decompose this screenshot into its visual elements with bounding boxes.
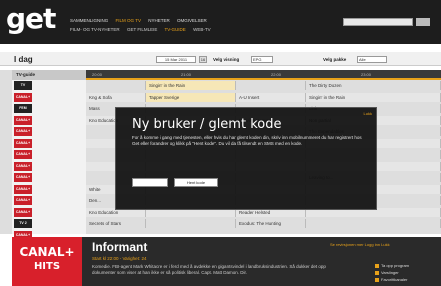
- package-select[interactable]: Alle: [357, 56, 387, 63]
- program-cell[interactable]: [306, 219, 441, 228]
- time-bar: 20:00 21:00 22:00 23:00: [86, 70, 441, 80]
- channel-badge[interactable]: CANAL+: [14, 207, 32, 217]
- program-actions: Ta opp program Varslinger Favorittkanale…: [375, 262, 409, 283]
- program-cell[interactable]: Kng & Sofa: [86, 92, 146, 102]
- subnav-tv-guide[interactable]: TV-GUIDE: [165, 27, 186, 32]
- subnav-get-filmleie[interactable]: GET FILMLEIE: [127, 27, 157, 32]
- program-cell[interactable]: Secrets of Stars: [86, 219, 146, 228]
- program-description: Komedie. FBI-agent Mark Whitacre er i fe…: [92, 264, 326, 275]
- program-cell[interactable]: Exodus: The Hunting: [236, 219, 306, 228]
- program-cell[interactable]: [86, 81, 146, 90]
- search-button[interactable]: [416, 18, 430, 26]
- channel-badge[interactable]: CANAL+ FIRST: [14, 115, 32, 125]
- top-nav: SAMMENLIGNING FILM OG TV NYHETER OMGIVEL…: [70, 18, 213, 23]
- channel-badge[interactable]: FEM: [14, 104, 32, 113]
- bullet-icon: [375, 263, 379, 268]
- now-line: [86, 78, 441, 80]
- bullet-icon: [375, 270, 379, 275]
- channel-badge[interactable]: CANAL+ ACTION: [14, 127, 32, 136]
- subnav-web-tv[interactable]: WEB-TV: [193, 27, 211, 32]
- channel-badge[interactable]: CANAL+: [14, 196, 32, 205]
- get-logo[interactable]: get: [6, 4, 56, 34]
- time-tick: 23:00: [361, 72, 372, 77]
- time-tick: 21:00: [181, 72, 192, 77]
- time-tick: 20:00: [92, 72, 103, 77]
- get-code-button[interactable]: Hent kode: [174, 178, 218, 187]
- channel-logo-line1: CANAL+: [19, 245, 75, 259]
- channel-badge[interactable]: CANAL+ DRAMA: [14, 138, 32, 148]
- close-button[interactable]: Lukk: [364, 111, 372, 116]
- program-cell[interactable]: A-U Insert: [236, 92, 306, 102]
- epg-row: Singin' in the Rain The Dirty Dozen: [86, 81, 441, 90]
- epg-row: Kng & Sofa Tapper Sverige A-U Insert Singin…: [86, 92, 441, 102]
- channel-logo-line2: HITS: [33, 261, 61, 272]
- program-cell[interactable]: [146, 219, 236, 228]
- action-favorites[interactable]: Favorittkanaler: [375, 276, 409, 283]
- channel-badge[interactable]: CANAL+: [14, 184, 32, 194]
- action-record[interactable]: Ta opp program: [375, 262, 409, 269]
- channel-badge[interactable]: CANAL+ SPORT: [14, 161, 32, 171]
- sub-nav: FILM- OG TV-NYHETER GET FILMLEIE TV-GUID…: [70, 27, 217, 32]
- program-cell[interactable]: Singin' in the Rain: [306, 92, 441, 102]
- epg-row: Secrets of Stars Exodus: The Hunting: [86, 219, 441, 228]
- channel-badge[interactable]: CANAL+ MOVIE: [14, 173, 32, 182]
- program-title: Informant: [92, 240, 148, 254]
- bullet-icon: [375, 277, 379, 282]
- channel-badge[interactable]: TV NORGE: [14, 81, 32, 90]
- channel-logo: CANAL+ HITS: [12, 237, 82, 286]
- program-cell[interactable]: Singin' in the Rain: [146, 81, 236, 90]
- channel-badge[interactable]: CANAL+ HITS: [14, 150, 32, 159]
- nav-item-sammenligning[interactable]: SAMMENLIGNING: [70, 18, 108, 23]
- program-time: Start kl 22:00 - Varighet: 24: [92, 256, 147, 261]
- view-label: Velg visning: [213, 57, 240, 62]
- package-label: Velg pakke: [323, 57, 347, 62]
- view-select[interactable]: EPG: [251, 56, 273, 63]
- date-field[interactable]: 15 Mar 2011: [156, 56, 196, 63]
- channel-badge[interactable]: CANAL+: [14, 92, 32, 102]
- nav-item-omgivelser[interactable]: OMGIVELSER: [177, 18, 207, 23]
- channel-column-header: TV-guide: [12, 70, 86, 80]
- search-input[interactable]: [343, 18, 413, 26]
- action-reminder[interactable]: Varslinger: [375, 269, 409, 276]
- subnav-film-tv-nyheter[interactable]: FILM- OG TV-NYHETER: [70, 27, 120, 32]
- program-cell[interactable]: [236, 81, 306, 90]
- phone-input[interactable]: [132, 178, 168, 187]
- nav-item-nyheter[interactable]: NYHETER: [148, 18, 170, 23]
- program-cell[interactable]: Tapper Sverige: [146, 92, 236, 102]
- login-modal: Lukk Ny bruker / glemt kode For å komme …: [115, 107, 377, 210]
- calendar-button[interactable]: 16: [199, 56, 207, 63]
- channel-badge[interactable]: TV 2: [14, 219, 32, 228]
- time-tick: 22:00: [271, 72, 282, 77]
- modal-title: Ny bruker / glemt kode: [132, 117, 282, 132]
- program-cell[interactable]: The Dirty Dozen: [306, 81, 441, 90]
- day-title: I dag: [14, 55, 33, 64]
- nav-item-film-og-tv[interactable]: FILM OG TV: [116, 18, 141, 23]
- program-links[interactable]: Se revirsjonen mer Logg inn Lukk: [330, 242, 390, 247]
- modal-text: For å komme i gang med tjenesten, eller …: [132, 135, 362, 146]
